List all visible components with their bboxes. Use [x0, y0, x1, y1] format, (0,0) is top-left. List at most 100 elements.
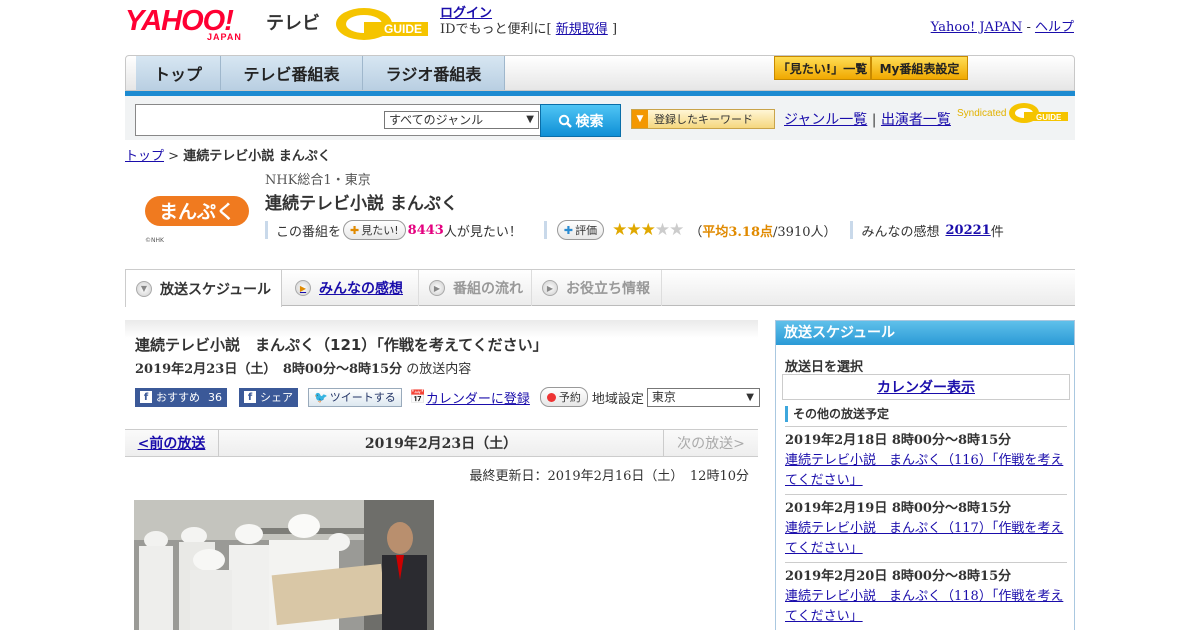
- star-empty-icon: ★: [654, 220, 670, 240]
- schedule-item-link[interactable]: 連続テレビ小説 まんぷく（117）「作戦を考えてください」: [785, 521, 1063, 556]
- prev-broadcast: <前の放送: [125, 430, 219, 456]
- breadcrumb: トップ > 連続テレビ小説 まんぷく: [125, 145, 331, 164]
- breadcrumb-top[interactable]: トップ: [125, 149, 164, 164]
- triangle-down-icon: ▼: [632, 110, 648, 128]
- program-tabs: ▼ 放送スケジュール ▶ みんなの感想 ▶ 番組の流れ ▶ お役立ち情報: [125, 269, 1075, 307]
- rating-average: 平均3.18点: [702, 224, 774, 240]
- tab-impressions[interactable]: ▶ みんなの感想: [285, 270, 419, 306]
- episode-photo: [134, 500, 434, 630]
- sidebar-title: 放送スケジュール: [776, 321, 1074, 345]
- region-select-value: 東京: [651, 389, 676, 404]
- nav-tab-tv-guide[interactable]: テレビ番組表: [221, 56, 363, 90]
- yahoo-japan-link[interactable]: Yahoo! JAPAN: [931, 20, 1023, 35]
- gguide-logo: GUIDE: [336, 8, 428, 40]
- program-logo: まんぷく ©NHK: [143, 180, 251, 246]
- schedule-item-link[interactable]: 連続テレビ小説 まんぷく（116）「作戦を考えてください」: [785, 453, 1063, 488]
- record-icon: [546, 392, 556, 402]
- watch-suffix: 人が見たい！: [443, 224, 522, 240]
- share-label: シェア: [260, 391, 293, 404]
- breadcrumb-sep: >: [168, 149, 180, 164]
- region-label: 地域設定: [591, 391, 644, 407]
- yahoo-japan-logo[interactable]: YAHOO! JAPAN: [125, 6, 263, 42]
- chevron-right-icon: ▶: [429, 280, 445, 296]
- tweet-button[interactable]: 🐦 ツイートする: [308, 387, 402, 407]
- prev-broadcast-link[interactable]: <前の放送: [138, 433, 206, 453]
- episode-scene-image: [134, 500, 434, 630]
- search-button-label: 検索: [575, 113, 604, 130]
- my-guide-button[interactable]: My番組表設定: [871, 56, 968, 80]
- mitai-list-button[interactable]: 「見たい!」一覧: [774, 56, 871, 80]
- facebook-share-button[interactable]: f シェア: [239, 387, 298, 407]
- schedule-item: 2019年2月20日 8時00分～8時15分 連続テレビ小説 まんぷく（118）…: [785, 562, 1067, 627]
- genre-select-value: すべてのジャンル: [389, 113, 484, 127]
- program-info-row: この番組を ✚ 見たい! 8443 人が見たい！ ✚ 評価 ★★★★★ （ 平均3.…: [265, 220, 1004, 240]
- logo-copyright: ©NHK: [145, 237, 165, 244]
- rating-open: （: [689, 224, 703, 240]
- breadcrumb-current: 連続テレビ小説 まんぷく: [183, 149, 331, 164]
- episode-date-value: 2019年2月23日（土） 8時00分～8時15分: [135, 362, 403, 377]
- schedule-item-date: 2019年2月20日 8時00分～8時15分: [785, 569, 1012, 584]
- chevron-down-icon: ▼: [746, 391, 754, 403]
- performer-list-link[interactable]: 出演者一覧: [881, 112, 951, 128]
- tab-useful-info-label: お役立ち情報: [566, 281, 650, 297]
- chevron-down-icon: ▼: [136, 280, 152, 297]
- facebook-icon: f: [140, 391, 152, 403]
- syndicated-badge: Syndicated GUIDE: [957, 102, 1070, 124]
- region-select[interactable]: 東京 ▼: [646, 387, 760, 407]
- search-links-divider: |: [871, 112, 877, 128]
- episode-date-suffix: の放送内容: [406, 362, 472, 377]
- login-note-suffix: ]: [611, 22, 618, 37]
- current-broadcast-date: 2019年2月23日（土）: [364, 436, 518, 452]
- search-icon: [558, 114, 572, 128]
- manpuku-logo-image: まんぷく ©NHK: [145, 196, 249, 244]
- star-rating: ★★★★★: [612, 220, 684, 240]
- mitai-button-label: 見たい!: [361, 224, 399, 237]
- impressions-count-link[interactable]: 20221: [946, 223, 991, 238]
- last-updated: 最終更新日：2019年2月16日（土） 12時10分: [469, 469, 749, 484]
- impressions-prefix: みんなの感想: [861, 224, 940, 240]
- mitai-button[interactable]: ✚ 見たい!: [343, 220, 406, 240]
- rating-count: /3910人）: [773, 224, 837, 240]
- twitter-icon: 🐦: [314, 390, 328, 404]
- registered-keyword-label: 登録したキーワード: [654, 113, 753, 126]
- help-link[interactable]: ヘルプ: [1035, 20, 1074, 35]
- login-link[interactable]: ログイン: [440, 6, 492, 21]
- calendar-display-link[interactable]: カレンダー表示: [877, 377, 975, 397]
- nav-tab-top[interactable]: トップ: [136, 56, 221, 90]
- rating-button[interactable]: ✚ 評価: [556, 220, 605, 240]
- tab-program-flow[interactable]: ▶ 番組の流れ: [419, 270, 532, 306]
- star-empty-icon: ★: [669, 220, 684, 240]
- other-schedule-heading: その他の放送予定: [785, 406, 889, 422]
- watch-prefix: この番組を: [276, 224, 342, 240]
- nav-tab-radio-guide[interactable]: ラジオ番組表: [363, 56, 505, 90]
- schedule-item-date: 2019年2月18日 8時00分～8時15分: [785, 433, 1012, 448]
- recommend-count: 36: [208, 390, 222, 404]
- next-broadcast: 次の放送>: [663, 430, 758, 456]
- star-icon: ★: [640, 220, 656, 240]
- schedule-item-link[interactable]: 連続テレビ小説 まんぷく（118）「作戦を考えてください」: [785, 589, 1063, 624]
- service-name[interactable]: テレビ: [266, 9, 320, 35]
- plus-icon: ✚: [563, 223, 574, 237]
- search-links: ジャンル一覧 | 出演者一覧: [784, 109, 951, 129]
- gguide-small-logo: GUIDE: [1009, 103, 1069, 123]
- schedule-item: 2019年2月19日 8時00分～8時15分 連続テレビ小説 まんぷく（117）…: [785, 494, 1067, 559]
- genre-select[interactable]: すべてのジャンル ▼: [384, 111, 539, 129]
- login-note-prefix: IDでもっと便利に[: [440, 22, 552, 37]
- plus-icon: ✚: [350, 223, 360, 237]
- calendar-plus-icon: 📅: [409, 389, 426, 405]
- calendar-register-link[interactable]: カレンダーに登録: [426, 388, 530, 407]
- reserve-button[interactable]: 予約: [539, 387, 588, 407]
- calendar-display-button[interactable]: カレンダー表示: [782, 374, 1070, 400]
- tab-schedule[interactable]: ▼ 放送スケジュール: [125, 269, 282, 307]
- tweet-label: ツイートする: [329, 391, 396, 404]
- logo-text: YAHOO!: [125, 5, 234, 37]
- search-button[interactable]: 検索: [540, 104, 621, 137]
- facebook-recommend-button[interactable]: f おすすめ 36: [135, 387, 227, 407]
- registered-keyword-button[interactable]: ▼ 登録したキーワード: [631, 109, 775, 129]
- genre-list-link[interactable]: ジャンル一覧: [784, 112, 867, 128]
- signup-link[interactable]: 新規取得: [556, 22, 608, 37]
- star-icon: ★: [612, 220, 627, 240]
- logo-sub: JAPAN: [207, 32, 242, 42]
- chevron-down-icon: ▼: [526, 114, 534, 125]
- tab-useful-info[interactable]: ▶ お役立ち情報: [532, 270, 662, 306]
